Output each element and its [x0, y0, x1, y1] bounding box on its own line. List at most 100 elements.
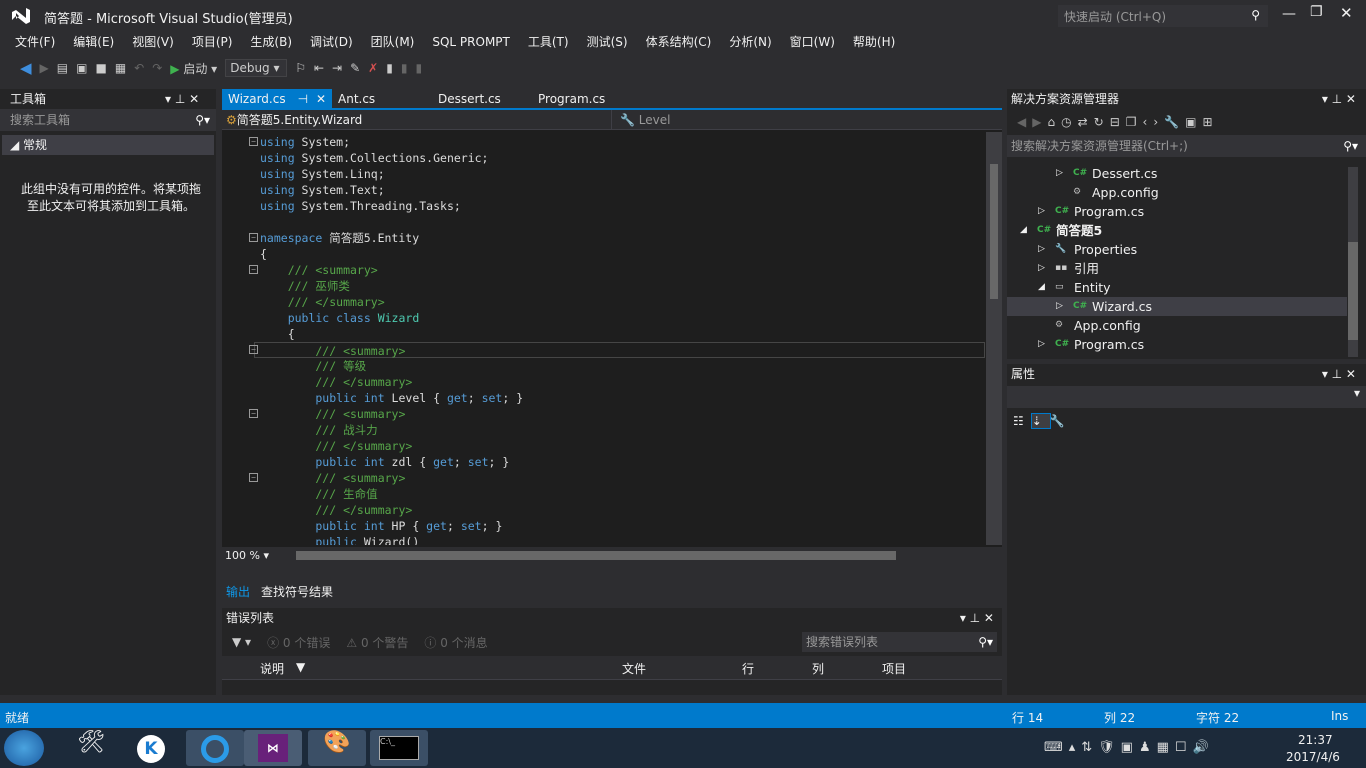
tree-item[interactable]: ▷ C# Program.cs	[1007, 335, 1347, 354]
menu-item[interactable]: 分析(N)	[720, 32, 780, 52]
taskbar-qq-browser[interactable]	[186, 730, 244, 766]
taskbar-tools-app[interactable]: 🛠	[62, 730, 120, 766]
find-icon[interactable]: ⚐	[295, 61, 306, 75]
save-all-icon[interactable]: ▦	[115, 61, 126, 75]
collapsed-arrow-icon[interactable]: ▷	[1056, 297, 1063, 316]
tree-item[interactable]: ▷ C# Program.cs	[1007, 202, 1347, 221]
sync-icon[interactable]: ⇄	[1078, 115, 1094, 129]
tab-output[interactable]: 输出	[226, 583, 250, 600]
tree-item[interactable]: ▷ ▪▪ 引用	[1007, 259, 1347, 278]
code-area[interactable]: using System; − using System.Collections.G…	[222, 132, 985, 545]
solution-search-input[interactable]: 搜索解决方案资源管理器(Ctrl+;) ⚲▾	[1007, 135, 1366, 157]
close-icon[interactable]: ✕	[316, 92, 326, 106]
history-icon[interactable]: ◷	[1061, 115, 1077, 129]
menu-item[interactable]: 项目(P)	[183, 32, 242, 52]
panel-controls[interactable]: ▾ ⊥ ✕	[960, 608, 994, 628]
alphabetical-icon[interactable]: ⇣	[1030, 413, 1051, 429]
bookmark-icon[interactable]: ▮	[386, 61, 393, 75]
open-file-icon[interactable]: ▣	[76, 61, 87, 75]
start-button[interactable]: ▶ 启动 ▾	[170, 60, 217, 77]
collapse-icon[interactable]: −	[249, 233, 258, 242]
save-icon[interactable]: ■	[95, 61, 106, 75]
collapsed-arrow-icon[interactable]: ▷	[1056, 164, 1063, 183]
tab-dessert-cs[interactable]: Dessert.cs	[432, 89, 532, 108]
column-header[interactable]: 文件	[622, 660, 646, 677]
menu-item[interactable]: 窗口(W)	[781, 32, 844, 52]
column-header[interactable]: 项目	[882, 660, 906, 677]
uncomment-icon[interactable]: ✗	[368, 61, 378, 75]
prev-bookmark-icon[interactable]: ▮	[401, 61, 408, 75]
undo-icon[interactable]: ↶	[134, 61, 144, 75]
menu-item[interactable]: 编辑(E)	[64, 32, 123, 52]
comment-icon[interactable]: ✎	[350, 61, 360, 75]
tree-item[interactable]: ▷ C# Wizard.cs	[1007, 297, 1347, 316]
diagram-icon[interactable]: ⊞	[1202, 115, 1218, 129]
panel-controls[interactable]: ▾ ⊥ ✕	[1322, 364, 1356, 384]
menu-item[interactable]: SQL PROMPT	[423, 32, 519, 52]
object-dropdown[interactable]: ▾	[1007, 386, 1366, 408]
expanded-arrow-icon[interactable]: ◢	[1020, 221, 1027, 240]
menu-item[interactable]: 团队(M)	[362, 32, 424, 52]
home-icon[interactable]: ⌂	[1047, 115, 1061, 129]
menu-item[interactable]: 帮助(H)	[844, 32, 904, 52]
scrollbar-thumb[interactable]	[1348, 242, 1358, 340]
messages-filter-button[interactable]: ⓘ 0 个消息	[424, 634, 487, 651]
filter-icon[interactable]: ▼ ▾	[232, 635, 251, 649]
taskbar-k-app[interactable]: K	[122, 730, 180, 766]
properties-icon[interactable]: 🔧	[1164, 115, 1185, 129]
member-dropdown[interactable]: 🔧 Level	[612, 110, 1002, 129]
next-bookmark-icon[interactable]: ▮	[415, 61, 422, 75]
panel-controls[interactable]: ▾ ⊥ ✕	[1322, 89, 1356, 109]
collapse-icon[interactable]: −	[249, 137, 258, 146]
collapse-icon[interactable]: −	[249, 409, 258, 418]
collapse-icon[interactable]: −	[249, 345, 258, 354]
tree-item[interactable]: ▷ 🔧 Properties	[1007, 240, 1347, 259]
tab-wizard-cs[interactable]: Wizard.cs ⊣ ✕	[222, 89, 332, 108]
pin-icon[interactable]: ⊣	[298, 92, 308, 106]
categorized-icon[interactable]: ☷	[1013, 414, 1032, 428]
tab-program-cs[interactable]: Program.cs	[532, 89, 632, 108]
collapse-icon[interactable]: −	[249, 265, 258, 274]
quick-launch-input[interactable]: 快速启动 (Ctrl+Q) ⚲	[1058, 5, 1268, 27]
warnings-filter-button[interactable]: ⚠ 0 个警告	[346, 634, 408, 651]
zoom-dropdown[interactable]: 100 % ▾	[222, 549, 282, 562]
code-icon[interactable]: ‹›	[1143, 115, 1165, 129]
column-header[interactable]: 行	[742, 660, 754, 677]
class-dropdown[interactable]: ⚙简答题5.Entity.Wizard	[222, 110, 612, 129]
taskbar-cmd[interactable]: C:\_	[370, 730, 428, 766]
collapsed-arrow-icon[interactable]: ▷	[1038, 202, 1045, 221]
configuration-dropdown[interactable]: Debug ▾	[225, 59, 288, 77]
clock-date[interactable]: 2017/4/6	[1286, 750, 1340, 764]
redo-icon[interactable]: ↷	[152, 61, 162, 75]
scrollbar-thumb[interactable]	[990, 164, 998, 299]
preview-icon[interactable]: ▣	[1185, 115, 1202, 129]
show-all-icon[interactable]: ❐	[1126, 115, 1143, 129]
expanded-arrow-icon[interactable]: ◢	[1038, 278, 1045, 297]
menu-item[interactable]: 视图(V)	[123, 32, 183, 52]
new-project-icon[interactable]: ▤	[57, 61, 68, 75]
back-icon[interactable]: ◀	[20, 59, 32, 77]
outdent-icon[interactable]: ⇥	[332, 61, 342, 75]
clock-time[interactable]: 21:37	[1298, 733, 1333, 747]
system-tray-icons[interactable]: ⌨▴⇅🛡▣♟▦☐🔊	[1044, 740, 1215, 755]
tree-item[interactable]: ◢ ▭ Entity	[1007, 278, 1347, 297]
menu-item[interactable]: 调试(D)	[301, 32, 362, 52]
property-pages-icon[interactable]: 🔧	[1050, 414, 1073, 428]
taskbar-visual-studio[interactable]: ⋈	[244, 730, 302, 766]
toolbox-group-general[interactable]: ◢ 常规	[2, 135, 214, 155]
collapsed-arrow-icon[interactable]: ▷	[1038, 259, 1045, 278]
collapse-icon[interactable]: ⊟	[1110, 115, 1126, 129]
errors-filter-button[interactable]: ⓧ 0 个错误	[267, 634, 330, 651]
forward-icon[interactable]: ▶	[40, 61, 49, 75]
tree-scrollbar[interactable]	[1348, 167, 1358, 357]
menu-item[interactable]: 生成(B)	[241, 32, 301, 52]
menu-item[interactable]: 测试(S)	[578, 32, 637, 52]
horizontal-scrollbar[interactable]	[296, 550, 896, 560]
restore-button[interactable]: ❐	[1310, 4, 1323, 20]
column-header[interactable]: 列	[812, 660, 824, 677]
taskbar-paint[interactable]: 🎨	[308, 730, 366, 766]
start-button[interactable]	[4, 730, 44, 766]
toolbox-search-input[interactable]: 搜索工具箱 ⚲▾	[0, 109, 216, 131]
collapse-icon[interactable]: −	[249, 473, 258, 482]
column-header[interactable]: 说明	[260, 660, 284, 677]
